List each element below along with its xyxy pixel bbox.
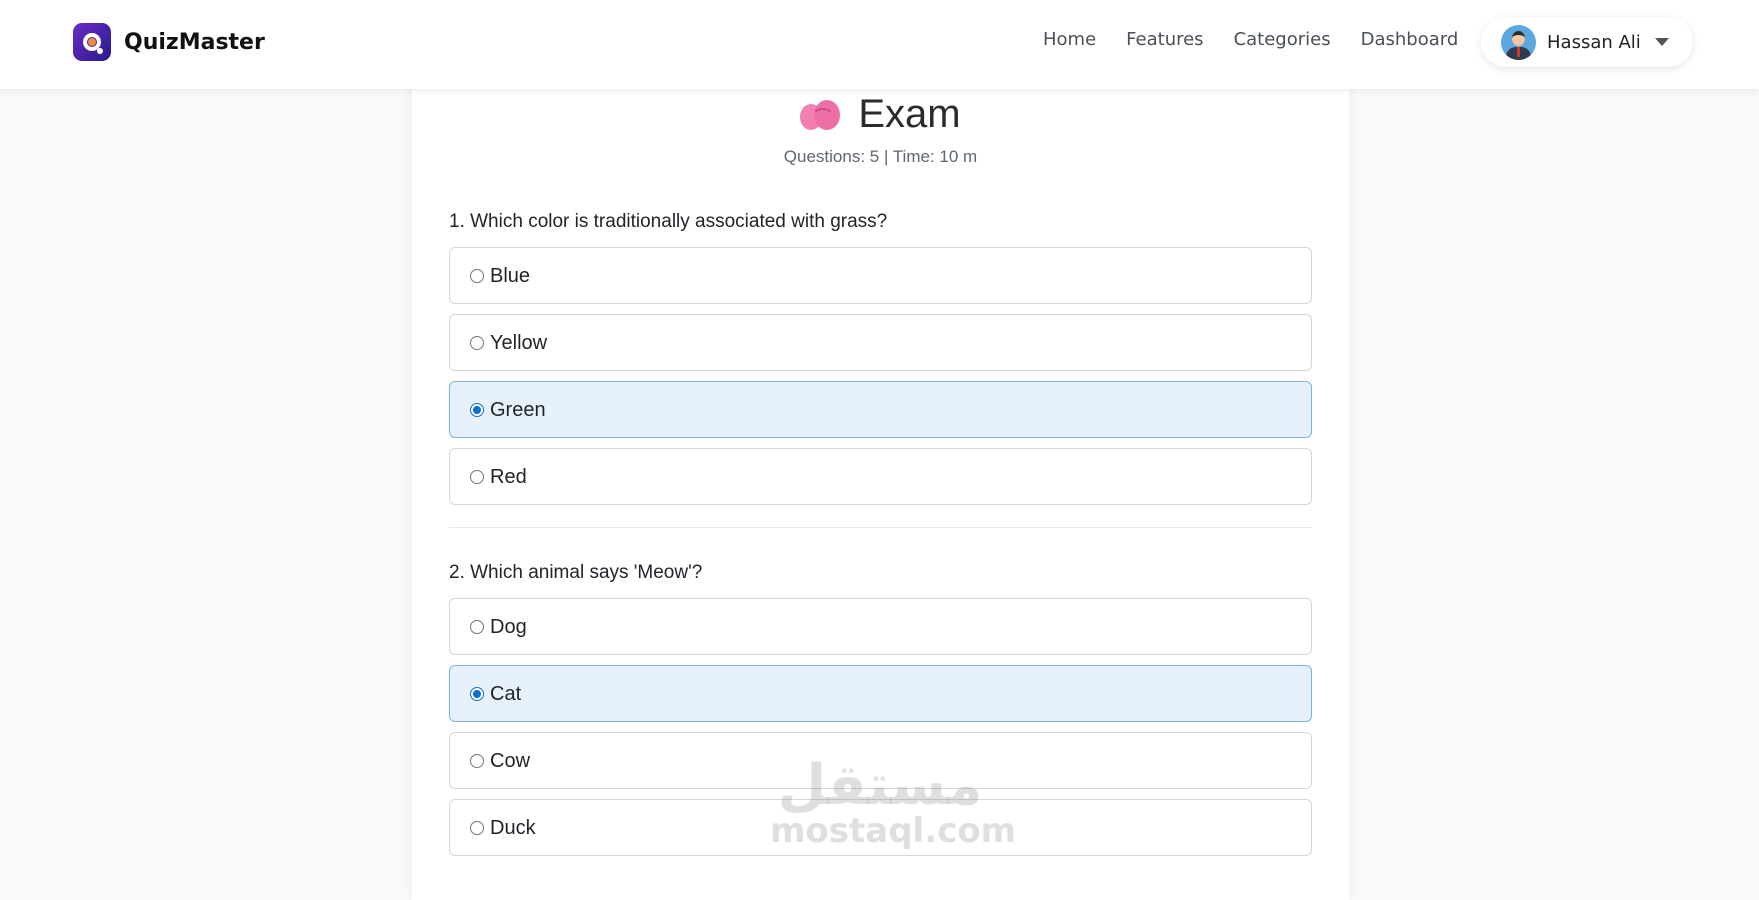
radio-button[interactable] (470, 335, 484, 350)
radio-button[interactable] (470, 820, 484, 835)
answer-option-red[interactable]: Red (449, 448, 1312, 505)
exam-card: Exam Questions: 5 | Time: 10 m 1. Which … (412, 80, 1349, 900)
answer-option-cat[interactable]: Cat (449, 665, 1312, 722)
answer-option-duck[interactable]: Duck (449, 799, 1312, 856)
avatar (1501, 24, 1536, 60)
answer-label: Green (490, 399, 546, 421)
nav-links: Home Features Categories Dashboard (1043, 29, 1488, 50)
brain-icon (800, 98, 841, 132)
answer-label: Cat (490, 683, 522, 705)
question-divider (449, 527, 1312, 528)
exam-title-text: Exam (858, 92, 961, 136)
answer-label: Cow (490, 750, 531, 772)
answer-option-green[interactable]: Green (449, 381, 1312, 438)
question-text: 2. Which animal says 'Meow'? (449, 562, 703, 583)
nav-link-dashboard[interactable]: Dashboard (1361, 29, 1459, 50)
answer-option-blue[interactable]: Blue (449, 247, 1312, 304)
answer-option-dog[interactable]: Dog (449, 598, 1312, 655)
chevron-down-icon (1654, 38, 1669, 46)
radio-button[interactable] (470, 469, 484, 484)
answer-label: Yellow (490, 332, 548, 354)
question-text: 1. Which color is traditionally associat… (449, 211, 888, 232)
brand-name: QuizMaster (124, 29, 265, 55)
nav-link-features[interactable]: Features (1126, 29, 1203, 50)
radio-button-checked[interactable] (470, 402, 484, 417)
brand-link[interactable]: QuizMaster (73, 23, 265, 61)
question-2: 2. Which animal says 'Meow'? Dog Cat Cow… (449, 562, 1312, 866)
answer-label: Dog (490, 616, 527, 638)
top-navbar: QuizMaster Home Features Categories Dash… (0, 0, 1759, 89)
answer-label: Duck (490, 817, 536, 839)
user-name: Hassan Ali (1547, 31, 1641, 53)
answer-option-cow[interactable]: Cow (449, 732, 1312, 789)
radio-button-checked[interactable] (470, 686, 484, 701)
user-menu-button[interactable]: Hassan Ali (1481, 17, 1693, 67)
exam-header: Exam Questions: 5 | Time: 10 m (412, 92, 1349, 167)
radio-button[interactable] (470, 619, 484, 634)
question-1: 1. Which color is traditionally associat… (449, 211, 1312, 515)
answer-label: Red (490, 466, 527, 488)
exam-title: Exam (800, 92, 961, 137)
answer-label: Blue (490, 265, 531, 287)
radio-button[interactable] (470, 268, 484, 283)
nav-link-categories[interactable]: Categories (1234, 29, 1331, 50)
nav-link-home[interactable]: Home (1043, 29, 1096, 50)
exam-meta: Questions: 5 | Time: 10 m (783, 147, 978, 166)
radio-button[interactable] (470, 753, 484, 768)
quizmaster-logo-icon (73, 23, 111, 61)
answer-option-yellow[interactable]: Yellow (449, 314, 1312, 371)
